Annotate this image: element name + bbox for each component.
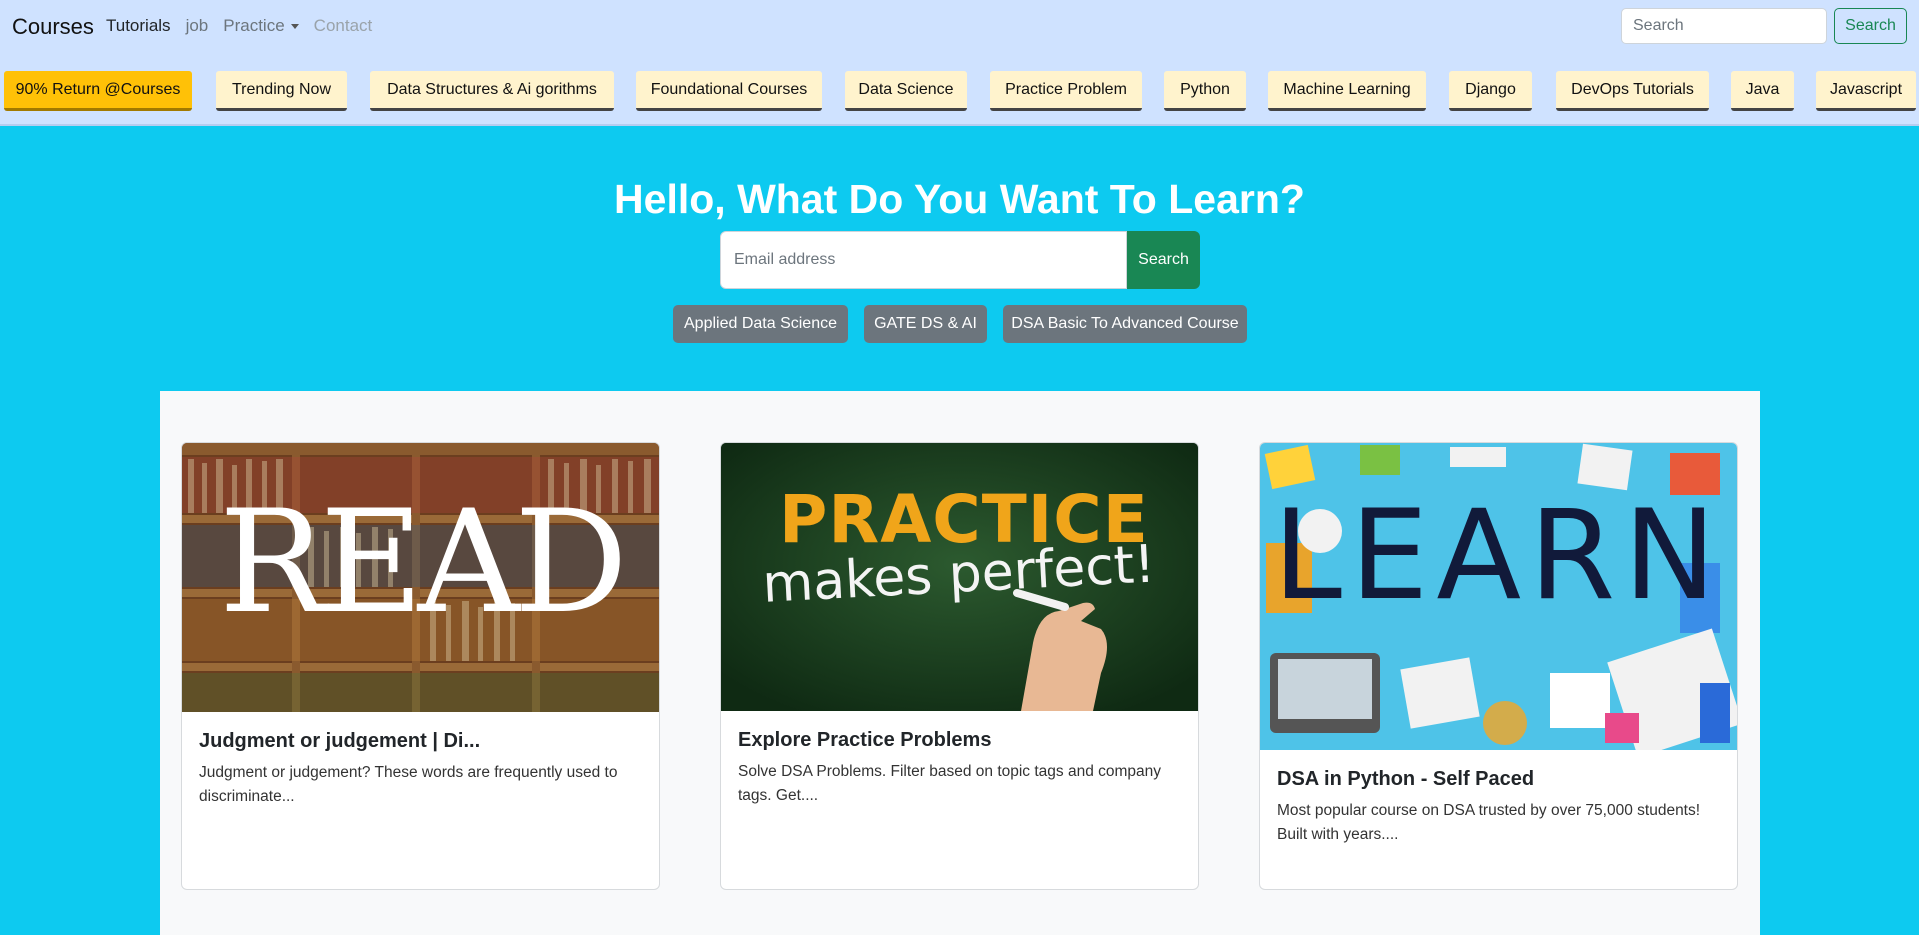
category-python[interactable]: Python bbox=[1164, 71, 1246, 111]
card-image-read: READ bbox=[182, 443, 659, 712]
category-practice-problem[interactable]: Practice Problem bbox=[990, 71, 1142, 111]
navbar-search-button[interactable]: Search bbox=[1834, 8, 1907, 44]
category-strip: 90% Return @Courses Trending Now Data St… bbox=[0, 53, 1919, 126]
nav-link-tutorials[interactable]: Tutorials bbox=[106, 16, 171, 36]
category-javascript[interactable]: Javascript bbox=[1816, 71, 1916, 111]
category-machine-learning[interactable]: Machine Learning bbox=[1268, 71, 1426, 111]
nav-dropdown-practice[interactable]: Practice bbox=[223, 16, 299, 36]
tag-gate-ds-ai[interactable]: GATE DS & AI bbox=[864, 305, 987, 343]
tag-applied-data-science[interactable]: Applied Data Science bbox=[673, 305, 848, 343]
nav-dropdown-practice-label: Practice bbox=[223, 16, 285, 35]
hero-search-button[interactable]: Search bbox=[1127, 231, 1200, 289]
top-navbar: Courses Tutorials job Practice Contact S… bbox=[0, 0, 1919, 53]
card-text: Solve DSA Problems. Filter based on topi… bbox=[738, 763, 1162, 804]
navbar-search-input[interactable] bbox=[1621, 8, 1827, 44]
card-text: Most popular course on DSA trusted by ov… bbox=[1277, 802, 1701, 843]
card-text: Judgment or judgement? These words are f… bbox=[199, 764, 618, 805]
card-image-learn: LEARN bbox=[1260, 443, 1737, 750]
card-practice-problems[interactable]: PRACTICE makes perfect! Explore Practice… bbox=[720, 442, 1199, 890]
hero-title: Hello, What Do You Want To Learn? bbox=[614, 176, 1305, 222]
card-title: Judgment or judgement | Di... bbox=[199, 730, 481, 752]
card-dsa-python[interactable]: LEARN DSA in Python - Self Paced Most po… bbox=[1259, 442, 1738, 890]
category-data-structures[interactable]: Data Structures & Ai gorithms bbox=[370, 71, 614, 111]
tag-dsa-basic-advanced[interactable]: DSA Basic To Advanced Course bbox=[1003, 305, 1247, 343]
category-foundational-courses[interactable]: Foundational Courses bbox=[636, 71, 822, 111]
category-return-courses[interactable]: 90% Return @Courses bbox=[4, 71, 192, 111]
card-title: Explore Practice Problems bbox=[738, 729, 992, 751]
card-title: DSA in Python - Self Paced bbox=[1277, 768, 1535, 790]
category-django[interactable]: Django bbox=[1449, 71, 1532, 111]
category-devops-tutorials[interactable]: DevOps Tutorials bbox=[1556, 71, 1709, 111]
nav-link-contact[interactable]: Contact bbox=[314, 16, 373, 36]
category-data-science[interactable]: Data Science bbox=[845, 71, 967, 111]
card-image-learn-word: LEARN bbox=[1272, 484, 1725, 628]
card-judgment[interactable]: READ Judgment or judgement | Di... Judgm… bbox=[181, 442, 660, 890]
category-trending-now[interactable]: Trending Now bbox=[216, 71, 347, 111]
card-image-read-word: READ bbox=[219, 480, 628, 645]
brand-link[interactable]: Courses bbox=[12, 14, 94, 40]
card-image-practice: PRACTICE makes perfect! bbox=[721, 443, 1198, 711]
caret-down-icon bbox=[290, 24, 299, 30]
nav-link-job[interactable]: job bbox=[186, 16, 209, 36]
nav-links: Tutorials job Practice Contact bbox=[106, 16, 387, 36]
hero-email-input[interactable] bbox=[720, 231, 1127, 289]
category-java[interactable]: Java bbox=[1731, 71, 1794, 111]
